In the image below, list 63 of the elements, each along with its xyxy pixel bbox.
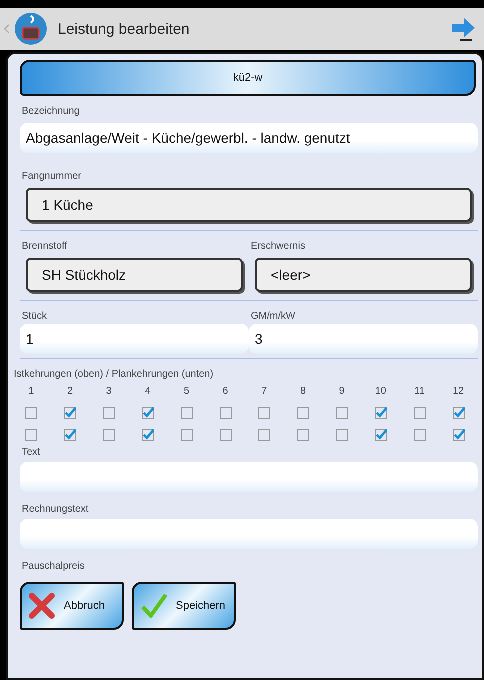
checkbox[interactable] bbox=[25, 407, 38, 419]
field-label: Text bbox=[21, 447, 42, 458]
checkbox[interactable] bbox=[180, 407, 193, 419]
column-number: 4 bbox=[145, 386, 151, 397]
checkbox[interactable] bbox=[180, 429, 193, 441]
field-label: Erschwernis bbox=[250, 241, 306, 252]
column-number: 2 bbox=[67, 386, 74, 397]
column-number: 12 bbox=[453, 386, 464, 397]
checkbox[interactable] bbox=[64, 429, 76, 441]
checkbox[interactable] bbox=[103, 407, 116, 419]
column-number: 11 bbox=[414, 386, 425, 397]
checkbox[interactable] bbox=[414, 407, 426, 419]
column-number: 5 bbox=[184, 386, 190, 397]
close-icon bbox=[28, 592, 56, 620]
column-number: 3 bbox=[106, 386, 112, 397]
input-field[interactable]: 1 bbox=[20, 324, 249, 354]
column-number: 7 bbox=[262, 386, 268, 397]
checkbox[interactable] bbox=[25, 429, 38, 441]
checkbox[interactable] bbox=[452, 429, 465, 441]
checkbox[interactable] bbox=[258, 407, 270, 419]
checkbox[interactable] bbox=[414, 429, 426, 441]
app-logo-icon bbox=[14, 12, 48, 46]
checkbox[interactable] bbox=[297, 429, 310, 441]
arrow-right-icon[interactable] bbox=[450, 16, 476, 42]
checkbox[interactable] bbox=[142, 407, 154, 419]
column-number: 9 bbox=[339, 386, 345, 397]
checkbox[interactable] bbox=[336, 429, 348, 441]
back-icon[interactable] bbox=[4, 24, 10, 34]
checkbox[interactable] bbox=[220, 429, 232, 441]
field-label: Fangnummer bbox=[21, 171, 82, 182]
dropdown[interactable]: SH Stückholz bbox=[26, 258, 243, 292]
input-field[interactable]: 3 bbox=[249, 324, 478, 354]
input-field[interactable]: Abgasanlage/Weit - Küche/gewerbl. - landw. genutzt bbox=[20, 123, 478, 153]
section-label: Istkehrungen (oben) / Plankehrungen (unten) bbox=[13, 369, 215, 380]
checkbox[interactable] bbox=[220, 407, 232, 419]
checkbox[interactable] bbox=[103, 429, 116, 441]
checkbox[interactable] bbox=[142, 429, 154, 441]
input-field[interactable] bbox=[20, 519, 478, 549]
field-label: Rechnungstext bbox=[21, 504, 90, 515]
input-field[interactable] bbox=[20, 462, 478, 492]
dropdown[interactable]: 1 Küche bbox=[26, 188, 472, 222]
checkbox[interactable] bbox=[297, 407, 310, 419]
checkbox[interactable] bbox=[374, 407, 387, 419]
dropdown[interactable]: <leer> bbox=[255, 258, 472, 292]
field-label: Pauschalpreis bbox=[21, 561, 86, 572]
checkbox[interactable] bbox=[336, 407, 348, 419]
checkbox[interactable] bbox=[452, 407, 465, 419]
checkbox[interactable] bbox=[64, 407, 76, 419]
field-label: Stück bbox=[21, 311, 48, 322]
column-number: 8 bbox=[300, 386, 306, 397]
field-label: Brennstoff bbox=[21, 241, 68, 252]
cancel-button[interactable]: Abbruch bbox=[20, 582, 124, 630]
column-number: 6 bbox=[222, 386, 228, 397]
field-label: GM/m/kW bbox=[250, 311, 296, 322]
field-label: Bezeichnung bbox=[21, 106, 81, 117]
screen-title: Leistung bearbeiten bbox=[58, 20, 191, 38]
column-number: 10 bbox=[375, 386, 386, 397]
save-button[interactable]: Speichern bbox=[132, 582, 236, 630]
column-number: 1 bbox=[28, 386, 34, 397]
checkbox[interactable] bbox=[258, 429, 270, 441]
checkmark-icon bbox=[140, 592, 168, 620]
checkbox[interactable] bbox=[374, 429, 387, 441]
record-banner[interactable]: kü2-w bbox=[20, 60, 476, 96]
